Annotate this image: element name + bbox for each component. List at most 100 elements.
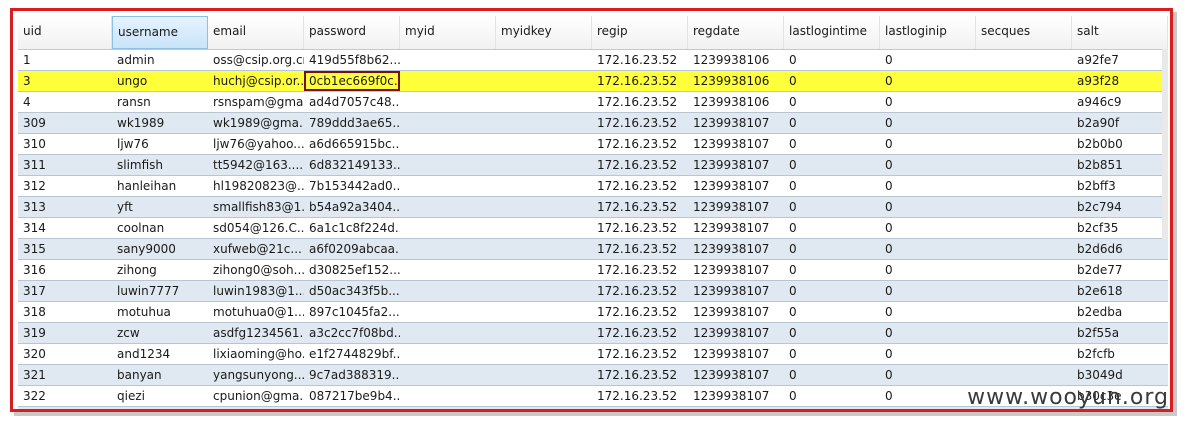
- cell-uid[interactable]: 317: [18, 281, 112, 301]
- cell-salt[interactable]: b3049d: [1072, 365, 1168, 385]
- cell-password[interactable]: 419d55f8b62...: [304, 50, 400, 70]
- cell-password[interactable]: 7b153442ad0...: [304, 176, 400, 196]
- cell-email[interactable]: edward80081...: [208, 407, 304, 409]
- cell-uid[interactable]: 323: [18, 407, 112, 409]
- column-header-myid[interactable]: myid: [400, 16, 496, 49]
- cell-regdate[interactable]: 1239938107: [688, 218, 784, 238]
- cell-myid[interactable]: [400, 323, 496, 343]
- cell-secques[interactable]: [976, 239, 1072, 259]
- cell-myid[interactable]: [400, 260, 496, 280]
- cell-username[interactable]: admin: [112, 50, 208, 70]
- cell-username[interactable]: hanleihan: [112, 176, 208, 196]
- cell-regip[interactable]: 172.16.23.52: [592, 176, 688, 196]
- cell-secques[interactable]: [976, 197, 1072, 217]
- cell-myid[interactable]: [400, 365, 496, 385]
- cell-email[interactable]: luwin1983@1...: [208, 281, 304, 301]
- cell-salt[interactable]: b2fcfb: [1072, 344, 1168, 364]
- cell-uid[interactable]: 322: [18, 386, 112, 406]
- cell-password[interactable]: a6f0209abcaa...: [304, 239, 400, 259]
- cell-lastloginip[interactable]: 0: [880, 155, 976, 175]
- cell-secques[interactable]: [976, 92, 1072, 112]
- cell-myid[interactable]: [400, 134, 496, 154]
- cell-uid[interactable]: 319: [18, 323, 112, 343]
- cell-password[interactable]: a3c2cc7f08bd...: [304, 323, 400, 343]
- cell-uid[interactable]: 320: [18, 344, 112, 364]
- cell-lastloginip[interactable]: 0: [880, 365, 976, 385]
- cell-salt[interactable]: b2cf35: [1072, 218, 1168, 238]
- table-row[interactable]: 319 zcw asdfg1234561... a3c2cc7f08bd... 172.…: [18, 323, 1168, 344]
- cell-lastlogintime[interactable]: 0: [784, 323, 880, 343]
- cell-regdate[interactable]: 1239938107: [688, 239, 784, 259]
- table-row[interactable]: 315 sany9000 xufweb@21c... a6f0209abcaa... 1…: [18, 239, 1168, 260]
- cell-email[interactable]: cpunion@gma...: [208, 386, 304, 406]
- cell-regip[interactable]: 172.16.23.52: [592, 50, 688, 70]
- cell-password[interactable]: d50ac343f5b...: [304, 281, 400, 301]
- column-header-email[interactable]: email: [208, 16, 304, 49]
- cell-regdate[interactable]: 1239938107: [688, 176, 784, 196]
- cell-username[interactable]: sany9000: [112, 239, 208, 259]
- table-row[interactable]: 309 wk1989 wk1989@gma... 789ddd3ae65... 172.…: [18, 113, 1168, 134]
- cell-lastlogintime[interactable]: 0: [784, 134, 880, 154]
- cell-regip[interactable]: 172.16.23.52: [592, 323, 688, 343]
- cell-lastloginip[interactable]: 0: [880, 239, 976, 259]
- cell-password[interactable]: a6d665915bc...: [304, 134, 400, 154]
- cell-salt[interactable]: b2e618: [1072, 281, 1168, 301]
- cell-myidkey[interactable]: [496, 92, 592, 112]
- cell-username[interactable]: motuhua: [112, 302, 208, 322]
- cell-lastlogintime[interactable]: 0: [784, 218, 880, 238]
- cell-myidkey[interactable]: [496, 176, 592, 196]
- cell-salt[interactable]: b2b851: [1072, 155, 1168, 175]
- cell-myid[interactable]: [400, 344, 496, 364]
- cell-regdate[interactable]: 1239938107: [688, 302, 784, 322]
- cell-email[interactable]: sd054@126.C...: [208, 218, 304, 238]
- cell-myidkey[interactable]: [496, 260, 592, 280]
- column-header-lastlogintime[interactable]: lastlogintime: [784, 16, 880, 49]
- cell-myidkey[interactable]: [496, 113, 592, 133]
- cell-regip[interactable]: 172.16.23.52: [592, 302, 688, 322]
- cell-password[interactable]: 087217be9b4...: [304, 386, 400, 406]
- cell-username[interactable]: zihong: [112, 260, 208, 280]
- cell-email[interactable]: wk1989@gma...: [208, 113, 304, 133]
- cell-uid[interactable]: 315: [18, 239, 112, 259]
- cell-myid[interactable]: [400, 407, 496, 409]
- cell-lastloginip[interactable]: 0: [880, 71, 976, 91]
- cell-secques[interactable]: [976, 176, 1072, 196]
- cell-salt[interactable]: b2a90f: [1072, 113, 1168, 133]
- cell-password[interactable]: 789ddd3ae65...: [304, 113, 400, 133]
- cell-myid[interactable]: [400, 281, 496, 301]
- cell-email[interactable]: yangsunyong...: [208, 365, 304, 385]
- cell-email[interactable]: lixiaoming@ho...: [208, 344, 304, 364]
- cell-uid[interactable]: 313: [18, 197, 112, 217]
- cell-lastloginip[interactable]: 0: [880, 323, 976, 343]
- cell-uid[interactable]: 321: [18, 365, 112, 385]
- cell-myid[interactable]: [400, 50, 496, 70]
- table-row[interactable]: 318 motuhua motuhua0@1... 897c1045fa2... 172…: [18, 302, 1168, 323]
- cell-myidkey[interactable]: [496, 323, 592, 343]
- cell-salt[interactable]: b2bff3: [1072, 176, 1168, 196]
- cell-lastloginip[interactable]: 0: [880, 176, 976, 196]
- cell-myidkey[interactable]: [496, 197, 592, 217]
- column-header-uid[interactable]: uid: [18, 16, 112, 49]
- cell-username[interactable]: and1234: [112, 344, 208, 364]
- cell-username[interactable]: zcw: [112, 323, 208, 343]
- cell-username[interactable]: ransn: [112, 92, 208, 112]
- cell-myidkey[interactable]: [496, 365, 592, 385]
- cell-regdate[interactable]: 1239938107: [688, 113, 784, 133]
- cell-regdate[interactable]: 1239938107: [688, 197, 784, 217]
- cell-secques[interactable]: [976, 323, 1072, 343]
- cell-username[interactable]: slimfish: [112, 155, 208, 175]
- cell-password[interactable]: ad4d7057c48...: [304, 92, 400, 112]
- cell-myidkey[interactable]: [496, 281, 592, 301]
- cell-email[interactable]: tt5942@163....: [208, 155, 304, 175]
- cell-email[interactable]: oss@csip.org.cn: [208, 50, 304, 70]
- cell-password[interactable]: 0cb1ec669f0c...: [304, 71, 400, 91]
- cell-lastlogintime[interactable]: 0: [784, 344, 880, 364]
- cell-secques[interactable]: [976, 155, 1072, 175]
- cell-lastloginip[interactable]: 0: [880, 281, 976, 301]
- cell-regdate[interactable]: 1239938107: [688, 323, 784, 343]
- cell-salt[interactable]: b2c794: [1072, 197, 1168, 217]
- cell-salt[interactable]: a92fe7: [1072, 50, 1168, 70]
- cell-password[interactable]: b54a92a3404...: [304, 197, 400, 217]
- column-header-lastloginip[interactable]: lastloginip: [880, 16, 976, 49]
- cell-regdate[interactable]: 1239938106: [688, 71, 784, 91]
